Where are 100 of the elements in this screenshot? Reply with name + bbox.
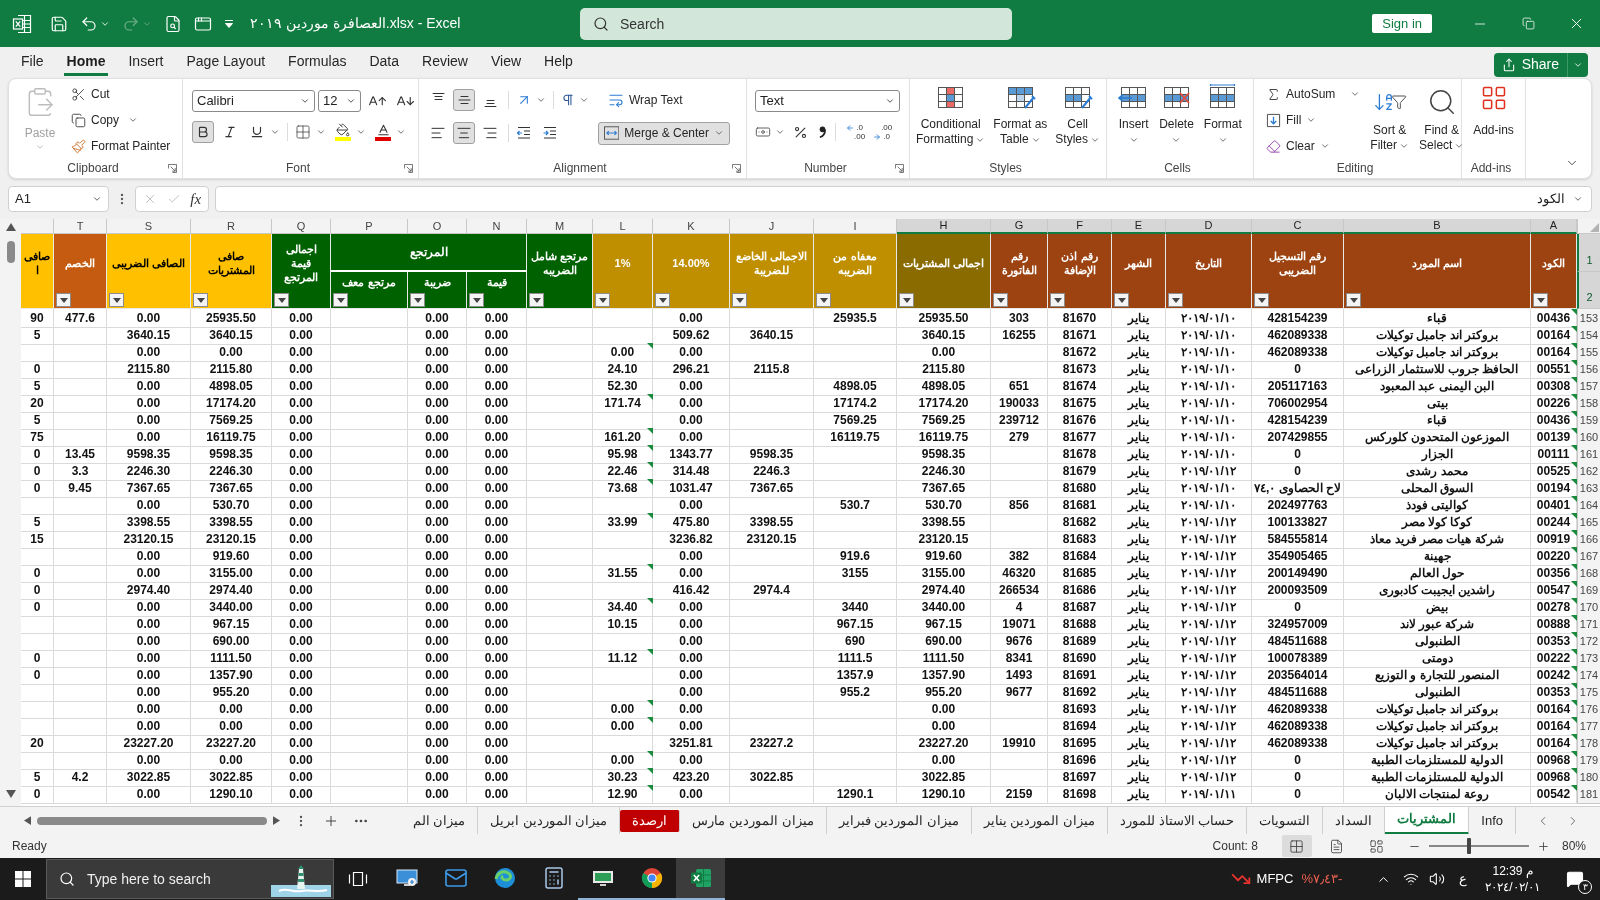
percent-icon[interactable]	[793, 124, 808, 140]
dialog-launcher-icon[interactable]	[404, 163, 413, 173]
insert-cells-button[interactable]: Insert	[1116, 84, 1152, 145]
autosum-button[interactable]: AutoSum	[1264, 83, 1363, 105]
filter-dropdown-button[interactable]	[655, 293, 670, 307]
clock-date[interactable]: ٢٠٢٤/٠٢/٠١	[1485, 879, 1540, 895]
delete-cells-button[interactable]: Delete	[1157, 84, 1196, 145]
increase-indent-icon[interactable]	[542, 125, 558, 141]
windows-logo-icon[interactable]	[15, 871, 31, 887]
filter-dropdown-button[interactable]	[469, 293, 484, 307]
filter-dropdown-button[interactable]	[1346, 293, 1361, 307]
window-icon[interactable]	[194, 14, 212, 33]
conditional-formatting-button[interactable]: Conditional Formatting	[912, 84, 989, 147]
filter-dropdown-button[interactable]	[993, 293, 1008, 307]
filter-dropdown-button[interactable]	[595, 293, 610, 307]
banknote-icon[interactable]	[755, 124, 771, 140]
customize-caret-icon[interactable]	[224, 18, 234, 29]
checkmark-icon[interactable]	[166, 192, 181, 206]
filter-dropdown-button[interactable]	[529, 293, 544, 307]
menu-tab[interactable]: Home	[63, 49, 109, 76]
cut-button[interactable]: Cut	[69, 83, 173, 105]
document-search-icon[interactable]	[164, 14, 182, 33]
name-box[interactable]: A1	[8, 186, 109, 212]
taskbar-search-field[interactable]: Type here to search	[46, 859, 334, 899]
scrollbar-thumb[interactable]	[6, 241, 15, 263]
bold-button[interactable]	[192, 121, 214, 143]
copy-button[interactable]: Copy	[69, 109, 173, 131]
sign-in-button[interactable]: Sign in	[1372, 14, 1432, 33]
fill-color-icon[interactable]	[335, 123, 351, 141]
formula-input[interactable]: الكود	[215, 186, 1592, 212]
menu-tab[interactable]: Review	[419, 49, 471, 76]
cell-styles-button[interactable]: Cell Styles	[1052, 84, 1104, 147]
menu-tab[interactable]: Insert	[125, 49, 167, 76]
wifi-icon[interactable]	[1403, 871, 1420, 887]
filter-dropdown-button[interactable]	[109, 293, 124, 307]
vertical-align-button[interactable]	[453, 89, 475, 111]
add-ins-button[interactable]: Add-ins	[1473, 84, 1514, 139]
dialog-launcher-icon[interactable]	[895, 163, 904, 173]
wave-logo-icon[interactable]	[492, 866, 517, 890]
view-button[interactable]	[1281, 835, 1312, 857]
insert-function-button[interactable]: fx	[190, 191, 202, 207]
filter-dropdown-button[interactable]	[193, 293, 208, 307]
decrease-indent-icon[interactable]	[516, 125, 532, 141]
zoom-in-icon[interactable]	[1536, 839, 1550, 853]
menu-tab[interactable]: File	[18, 49, 47, 76]
wrap-text-button[interactable]: Wrap Text	[605, 89, 686, 111]
speaker-icon[interactable]	[1429, 871, 1446, 887]
decrease-decimal-button[interactable]: .00 .0	[871, 123, 895, 141]
menu-tab[interactable]: Formulas	[285, 49, 350, 76]
envelope-icon[interactable]	[443, 866, 468, 890]
triangle-left-icon[interactable]	[24, 816, 31, 825]
filter-dropdown-button[interactable]	[1254, 293, 1269, 307]
borders-icon[interactable]	[295, 124, 311, 140]
menu-tab[interactable]: Page Layout	[183, 49, 269, 76]
triangle-down-icon[interactable]	[5, 790, 16, 798]
search-field[interactable]: Search	[580, 7, 1012, 40]
sheet-tab[interactable]: المشتريات	[1385, 806, 1470, 835]
font-name-field[interactable]: Calibri	[192, 90, 315, 112]
filter-dropdown-button[interactable]	[56, 293, 71, 307]
find-select-button[interactable]: Find & Select	[1417, 83, 1467, 157]
filter-dropdown-button[interactable]	[1114, 293, 1129, 307]
filter-dropdown-button[interactable]	[410, 293, 425, 307]
zoom-level-text[interactable]: 80%	[1561, 837, 1586, 855]
dialog-launcher-icon[interactable]	[168, 163, 177, 173]
share-button[interactable]: Share	[1493, 52, 1588, 77]
slider-thumb[interactable]	[1466, 838, 1471, 854]
format-as-table-button[interactable]: Format as Table	[990, 84, 1051, 147]
filter-dropdown-button[interactable]	[1168, 293, 1183, 307]
dialog-launcher-icon[interactable]	[732, 163, 741, 173]
merge-center-button[interactable]: Merge & Center	[598, 121, 730, 145]
clock-time[interactable]: 12:39 م	[1492, 863, 1533, 879]
pilcrow-icon[interactable]	[561, 93, 575, 107]
spreadsheet-logo-icon[interactable]	[688, 866, 713, 890]
font-color-icon[interactable]	[375, 123, 391, 141]
undo-icon[interactable]	[80, 14, 98, 33]
filter-dropdown-button[interactable]	[732, 293, 747, 307]
filter-dropdown-button[interactable]	[1050, 293, 1065, 307]
comma-icon[interactable]	[818, 125, 827, 139]
fill-button[interactable]: Fill	[1264, 109, 1363, 131]
filter-dropdown-button[interactable]	[899, 293, 914, 307]
save-icon[interactable]	[50, 14, 68, 33]
format-painter-button[interactable]: Format Painter	[69, 135, 173, 157]
round-logo-icon[interactable]	[639, 866, 664, 890]
increase-decimal-button[interactable]: .0 .00	[844, 123, 868, 141]
sort-filter-button[interactable]: Sort & Filter	[1368, 83, 1412, 157]
spreadsheet-logo-icon[interactable]	[12, 13, 32, 34]
number-format-field[interactable]: Text	[755, 90, 900, 112]
notification-icon[interactable]	[1566, 870, 1584, 888]
horizontal-align-button[interactable]	[453, 122, 475, 144]
input-language[interactable]: ع	[1459, 869, 1468, 889]
vertical-scrollbar[interactable]	[0, 219, 21, 806]
filter-dropdown-button[interactable]	[816, 293, 831, 307]
triangle-right-icon[interactable]	[273, 816, 280, 825]
font-size-field[interactable]: 12	[318, 90, 361, 112]
clear-button[interactable]: Clear	[1264, 135, 1363, 157]
filter-dropdown-button[interactable]	[333, 293, 348, 307]
task-view-icon[interactable]	[348, 871, 368, 887]
triangle-up-icon[interactable]	[5, 223, 16, 231]
menu-tab[interactable]: Help	[541, 49, 576, 76]
filter-dropdown-button[interactable]	[274, 293, 289, 307]
